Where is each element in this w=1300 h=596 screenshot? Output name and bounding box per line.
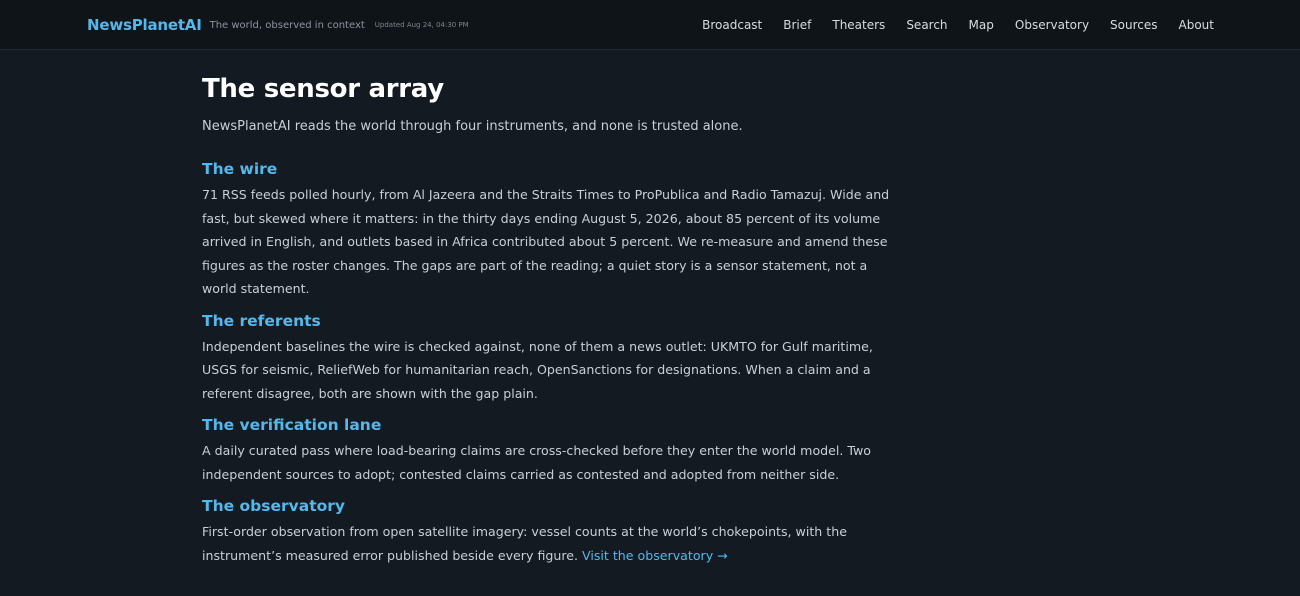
section-heading: The wire [202,160,278,178]
section-body: A daily curated pass where load-bearing … [202,443,872,482]
section-referents: The referents Independent baselines the … [202,310,902,406]
nav-search[interactable]: Search [906,18,947,32]
nav-brief[interactable]: Brief [783,18,811,32]
updated-timestamp: Updated Aug 24, 04:30 PM [374,21,469,29]
nav-theaters[interactable]: Theaters [832,18,885,32]
section-wire: The wire 71 RSS feeds polled hourly, fro… [202,158,902,301]
nav-observatory[interactable]: Observatory [1015,18,1089,32]
site-tagline: The world, observed in context [209,19,365,31]
nav-broadcast[interactable]: Broadcast [702,18,762,32]
nav-sources[interactable]: Sources [1110,18,1157,32]
top-navbar: NewsPlanetAI The world, observed in cont… [0,0,1300,50]
visit-observatory-link[interactable]: Visit the observatory → [582,548,728,563]
nav-about[interactable]: About [1179,18,1214,32]
section-body: Independent baselines the wire is checke… [202,338,873,401]
section-heading: The referents [202,311,321,330]
brand-logo-link[interactable]: NewsPlanetAI [87,16,202,34]
main-nav: Broadcast Brief Theaters Search Map Obse… [702,0,1214,50]
brand-area: NewsPlanetAI The world, observed in cont… [87,0,469,50]
section-verification-lane: The verification lane A daily curated pa… [202,414,902,486]
nav-map[interactable]: Map [969,18,994,32]
section-heading: The observatory [202,497,346,515]
section-body: First-order observation from open satell… [202,520,902,567]
section-body-text: First-order observation from open satell… [202,524,847,563]
section-heading: The verification lane [202,416,382,434]
page-lead: NewsPlanetAI reads the world through fou… [202,119,743,134]
section-body: 71 RSS feeds polled hourly, from Al Jaze… [202,187,890,296]
main-content: The sensor array NewsPlanetAI reads the … [202,70,902,567]
section-observatory: The observatory First-order observation … [202,495,902,567]
page-title: The sensor array [202,74,444,104]
